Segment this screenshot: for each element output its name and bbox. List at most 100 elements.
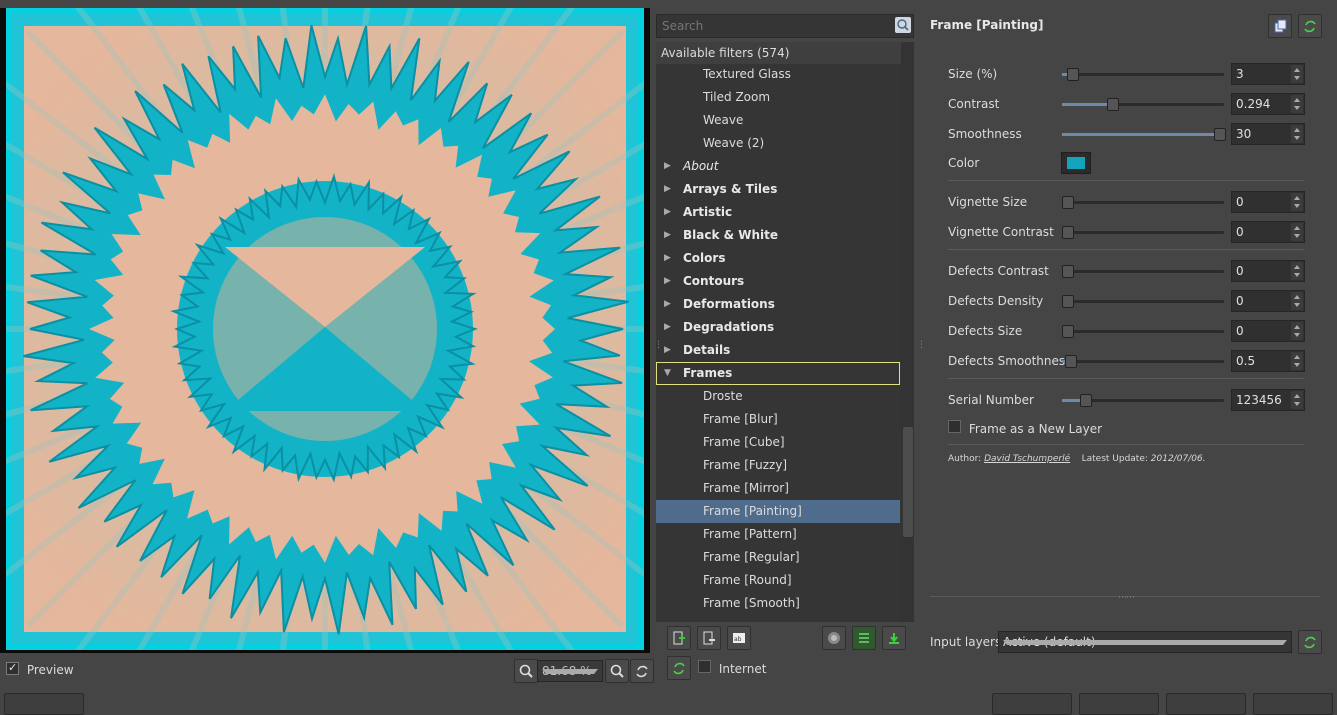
size-row[interactable]: Size (%) 3 bbox=[948, 62, 1308, 86]
slider-handle[interactable] bbox=[1062, 325, 1074, 338]
collapsed-arrow-icon[interactable]: ▶ bbox=[664, 339, 671, 362]
new-layer-toggle[interactable]: Frame as a New Layer bbox=[948, 420, 1102, 436]
filter-category[interactable]: ▶ Colors bbox=[656, 247, 900, 270]
filter-item[interactable]: Frame [Round] bbox=[656, 569, 900, 592]
filter-item[interactable]: Frame [Smooth] bbox=[656, 592, 900, 615]
filter-category[interactable]: ▶ Deformations bbox=[656, 293, 900, 316]
filter-category[interactable]: ▶ Artistic bbox=[656, 201, 900, 224]
color-picker[interactable] bbox=[1061, 152, 1091, 174]
defects-smoothness-row[interactable]: Defects Smoothness 0.5 bbox=[948, 349, 1308, 373]
filter-category[interactable]: ▶ Contours bbox=[656, 270, 900, 293]
new-layer-checkbox[interactable] bbox=[948, 420, 961, 433]
add-fave-icon[interactable] bbox=[667, 626, 691, 650]
update-filters-icon[interactable] bbox=[882, 626, 906, 650]
contrast-spinbox[interactable]: 0.294 bbox=[1231, 93, 1305, 115]
preview-toggle[interactable]: Preview bbox=[6, 662, 74, 677]
copy-command-icon[interactable] bbox=[1268, 14, 1292, 38]
filter-tree-scrollbar[interactable] bbox=[901, 42, 914, 622]
refresh-filters-icon[interactable] bbox=[667, 656, 691, 680]
spin-arrows-icon[interactable] bbox=[1291, 391, 1303, 409]
cancel-button[interactable] bbox=[992, 693, 1072, 715]
vignette-size-slider[interactable] bbox=[1062, 196, 1224, 209]
ok-button[interactable] bbox=[1253, 693, 1333, 715]
collapsed-arrow-icon[interactable]: ▶ bbox=[664, 155, 671, 178]
preview-checkbox[interactable] bbox=[6, 662, 19, 675]
collapsed-arrow-icon[interactable]: ▶ bbox=[664, 201, 671, 224]
serial-slider[interactable] bbox=[1062, 394, 1224, 407]
visibility-icon[interactable] bbox=[822, 626, 846, 650]
scrollbar-thumb[interactable] bbox=[903, 427, 913, 537]
remove-fave-icon[interactable] bbox=[697, 626, 721, 650]
spin-arrows-icon[interactable] bbox=[1291, 95, 1303, 113]
splitter-grip-right[interactable]: ⋮ bbox=[917, 340, 926, 350]
slider-handle[interactable] bbox=[1065, 355, 1078, 368]
filter-category[interactable]: ▶ About bbox=[656, 155, 900, 178]
spin-arrows-icon[interactable] bbox=[1291, 322, 1303, 340]
slider-handle[interactable] bbox=[1080, 394, 1093, 407]
smoothness-slider[interactable] bbox=[1062, 128, 1226, 141]
input-layers-select[interactable]: Active (default) bbox=[998, 631, 1292, 653]
preview-image[interactable] bbox=[0, 0, 745, 715]
size-slider[interactable] bbox=[1062, 68, 1224, 81]
vignette-size-row[interactable]: Vignette Size 0 bbox=[948, 190, 1308, 214]
size-spinbox[interactable]: 3 bbox=[1231, 63, 1305, 85]
reset-params-icon[interactable] bbox=[1298, 14, 1322, 38]
slider-handle[interactable] bbox=[1062, 295, 1074, 308]
vignette-contrast-spinbox[interactable]: 0 bbox=[1231, 221, 1305, 243]
slider-handle[interactable] bbox=[1062, 196, 1074, 209]
slider-handle[interactable] bbox=[1106, 98, 1119, 111]
defects-contrast-row[interactable]: Defects Contrast 0 bbox=[948, 259, 1308, 283]
settings-button[interactable] bbox=[4, 693, 84, 715]
defects-size-slider[interactable] bbox=[1062, 325, 1224, 338]
vignette-size-spinbox[interactable]: 0 bbox=[1231, 191, 1305, 213]
contrast-row[interactable]: Contrast 0.294 bbox=[948, 92, 1308, 116]
defects-size-row[interactable]: Defects Size 0 bbox=[948, 319, 1308, 343]
filter-category[interactable]: ▼ Frames bbox=[656, 362, 900, 385]
filter-item[interactable]: Weave bbox=[656, 109, 900, 132]
defects-density-slider[interactable] bbox=[1062, 295, 1224, 308]
filter-item[interactable]: Frame [Fuzzy] bbox=[656, 454, 900, 477]
defects-density-row[interactable]: Defects Density 0 bbox=[948, 289, 1308, 313]
filter-item[interactable]: Frame [Mirror] bbox=[656, 477, 900, 500]
defects-density-spinbox[interactable]: 0 bbox=[1231, 290, 1305, 312]
params-splitter-grip[interactable]: ⋯⋯ bbox=[1118, 593, 1135, 603]
filter-item[interactable]: Textured Glass bbox=[656, 63, 900, 86]
spin-arrows-icon[interactable] bbox=[1291, 352, 1303, 370]
vignette-contrast-slider[interactable] bbox=[1062, 226, 1224, 239]
slider-handle[interactable] bbox=[1062, 226, 1074, 239]
filter-category[interactable]: ▶ Arrays & Tiles bbox=[656, 178, 900, 201]
search-input[interactable] bbox=[660, 17, 892, 35]
spin-arrows-icon[interactable] bbox=[1291, 125, 1303, 143]
defects-contrast-spinbox[interactable]: 0 bbox=[1231, 260, 1305, 282]
zoom-out-icon[interactable] bbox=[514, 659, 538, 683]
filter-category[interactable]: ▶ Degradations bbox=[656, 316, 900, 339]
search-box[interactable] bbox=[656, 14, 914, 38]
defects-smoothness-slider[interactable] bbox=[1062, 355, 1224, 368]
filter-item[interactable]: Frame [Cube] bbox=[656, 431, 900, 454]
contrast-slider[interactable] bbox=[1062, 98, 1224, 111]
refresh-preview-icon[interactable] bbox=[630, 659, 654, 683]
slider-handle[interactable] bbox=[1214, 128, 1226, 141]
filter-item[interactable]: Frame [Painting] bbox=[656, 500, 900, 523]
filter-item[interactable]: Droste bbox=[656, 385, 900, 408]
spin-arrows-icon[interactable] bbox=[1291, 223, 1303, 241]
smoothness-row[interactable]: Smoothness 30 bbox=[948, 122, 1308, 146]
collapsed-arrow-icon[interactable]: ▶ bbox=[664, 270, 671, 293]
serial-row[interactable]: Serial Number 123456 bbox=[948, 388, 1308, 412]
spin-arrows-icon[interactable] bbox=[1291, 262, 1303, 280]
fullscreen-button[interactable] bbox=[1079, 693, 1159, 715]
defects-contrast-slider[interactable] bbox=[1062, 265, 1224, 278]
filter-category[interactable]: ▶ Details bbox=[656, 339, 900, 362]
filter-item[interactable]: Frame [Regular] bbox=[656, 546, 900, 569]
collapsed-arrow-icon[interactable]: ▶ bbox=[664, 224, 671, 247]
filter-item[interactable]: Frame [Pattern] bbox=[656, 523, 900, 546]
slider-handle[interactable] bbox=[1066, 68, 1079, 81]
internet-checkbox[interactable] bbox=[698, 660, 711, 673]
expand-collapse-icon[interactable] bbox=[852, 626, 876, 650]
spin-arrows-icon[interactable] bbox=[1291, 292, 1303, 310]
refresh-layers-icon[interactable] bbox=[1298, 630, 1322, 654]
collapsed-arrow-icon[interactable]: ▶ bbox=[664, 293, 671, 316]
collapsed-arrow-icon[interactable]: ▶ bbox=[664, 316, 671, 339]
filter-item[interactable]: Weave (2) bbox=[656, 132, 900, 155]
defects-smoothness-spinbox[interactable]: 0.5 bbox=[1231, 350, 1305, 372]
